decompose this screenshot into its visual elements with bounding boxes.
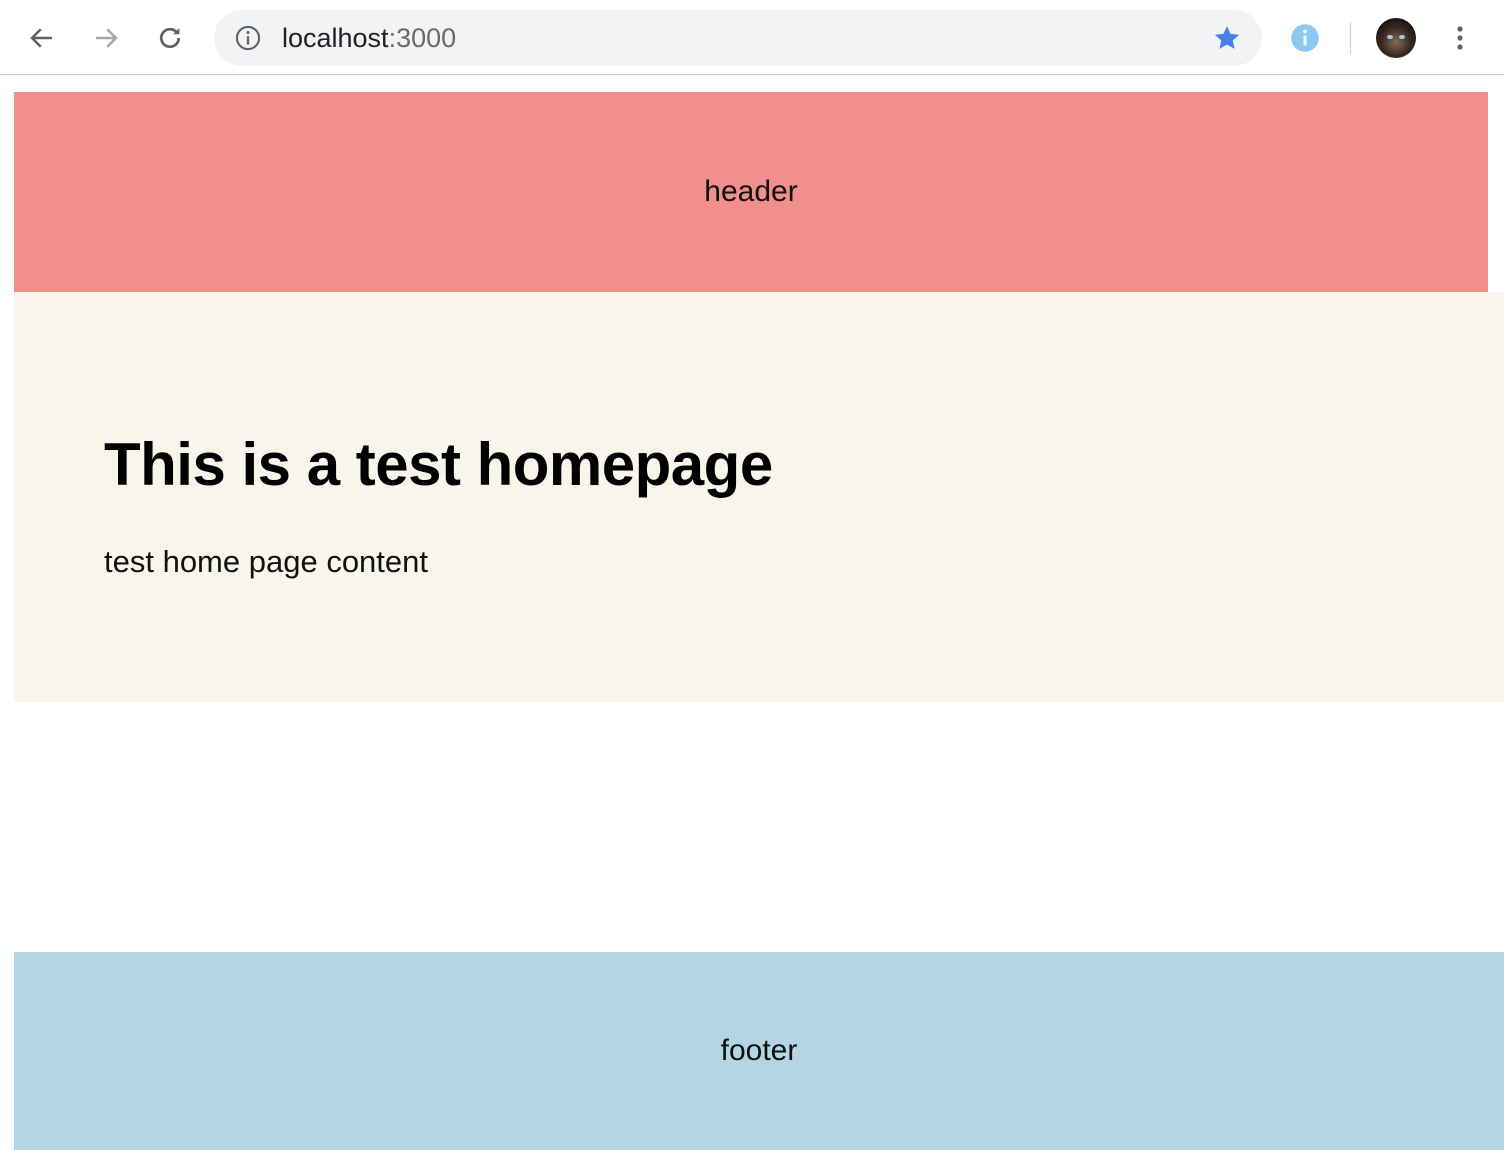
avatar[interactable] bbox=[1376, 18, 1416, 58]
url-text[interactable]: localhost:3000 bbox=[282, 23, 456, 53]
page-header: header bbox=[14, 92, 1488, 292]
page-title: This is a test homepage bbox=[104, 431, 773, 498]
page-footer: footer bbox=[14, 952, 1504, 1150]
url-port: :3000 bbox=[388, 23, 457, 53]
back-button[interactable] bbox=[22, 18, 62, 58]
address-bar[interactable]: localhost:3000 bbox=[214, 10, 1262, 66]
reload-button[interactable] bbox=[150, 18, 190, 58]
kebab-menu-icon bbox=[1457, 26, 1463, 50]
forward-button[interactable] bbox=[86, 18, 126, 58]
url-host: localhost bbox=[282, 23, 389, 53]
page-content: test home page content bbox=[104, 544, 429, 579]
avatar-eye bbox=[1387, 35, 1393, 39]
browser-toolbar: localhost:3000 bbox=[0, 0, 1504, 75]
info-circle-icon[interactable] bbox=[1290, 23, 1320, 58]
header-text: header bbox=[704, 175, 798, 208]
avatar-eye bbox=[1399, 35, 1405, 39]
star-icon[interactable] bbox=[1212, 23, 1242, 58]
reload-icon bbox=[159, 27, 181, 49]
page-main: This is a test homepage test home page c… bbox=[14, 292, 1504, 702]
footer-text: footer bbox=[720, 1034, 798, 1067]
arrow-left-icon bbox=[30, 28, 52, 48]
arrow-right-icon bbox=[96, 28, 118, 48]
menu-button[interactable] bbox=[1440, 18, 1480, 58]
info-icon[interactable] bbox=[234, 24, 262, 57]
toolbar-divider bbox=[1350, 22, 1351, 54]
